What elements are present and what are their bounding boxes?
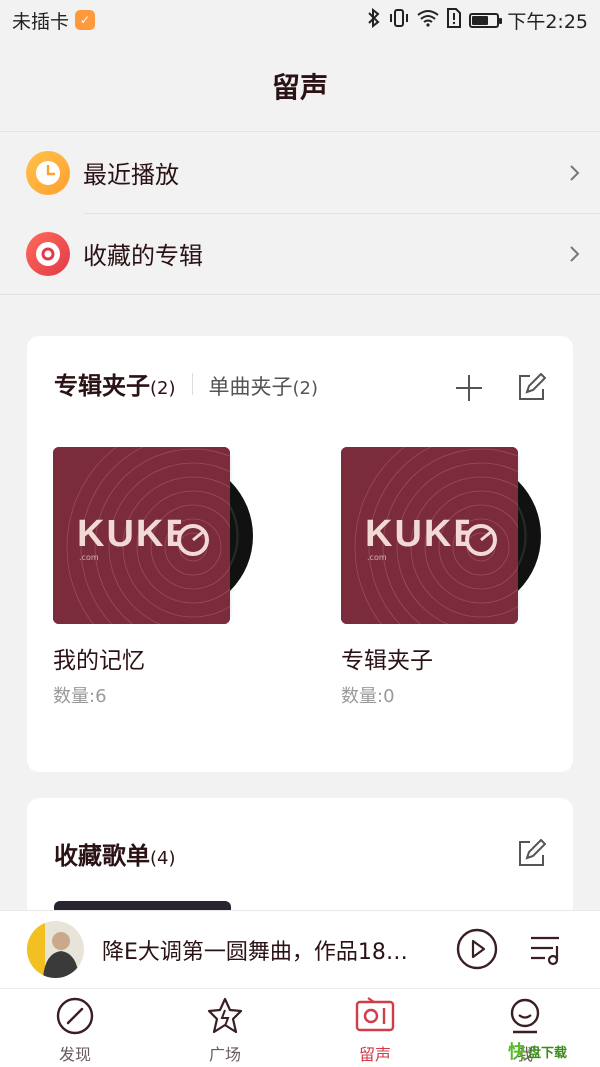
folder-name: 我的记忆 — [53, 648, 145, 674]
mini-player[interactable]: 降E大调第一圆舞曲，作品18… — [0, 910, 600, 988]
radio-icon — [354, 995, 396, 1037]
compass-icon — [54, 995, 96, 1037]
cover-brand: KUKE — [365, 513, 469, 555]
now-playing-title: 降E大调第一圆舞曲，作品18… — [102, 939, 408, 965]
folder-item[interactable]: KUKE .com 我的记忆 数量:6 — [53, 447, 253, 708]
app-notification-icon: ✓ — [75, 10, 96, 30]
folder-grid: KUKE .com 我的记忆 数量:6 KUKE .com 专辑夹子 数量:0 — [53, 447, 541, 708]
status-right: 下午2:25 — [367, 7, 588, 34]
status-left: 未插卡 ✓ — [12, 7, 96, 34]
recent-play-label: 最近播放 — [83, 161, 179, 189]
tab-album-folders[interactable]: 专辑夹子(2) — [54, 366, 176, 401]
collected-albums-row[interactable]: 收藏的专辑 — [0, 213, 600, 294]
tab-single-folders-count: (2) — [292, 378, 319, 399]
tab-album-folders-count: (2) — [150, 378, 176, 399]
status-bar: 未插卡 ✓ 下午2:25 — [0, 0, 600, 40]
playlists-count: (4) — [150, 848, 176, 869]
chevron-right-icon — [550, 164, 600, 182]
folder-count: 数量:0 — [341, 686, 395, 707]
clock-icon — [26, 150, 70, 195]
collected-albums-label: 收藏的专辑 — [83, 242, 203, 270]
play-icon — [456, 928, 498, 970]
recent-play-row[interactable]: 最近播放 — [0, 132, 600, 213]
folder-cover: KUKE .com — [341, 447, 541, 624]
edit-folders-button[interactable] — [513, 370, 549, 406]
watermark-text: 盘下载 — [528, 1045, 568, 1061]
playlist-queue-button[interactable] — [527, 930, 567, 970]
quick-list: 最近播放 收藏的专辑 — [0, 132, 600, 295]
queue-icon — [531, 936, 559, 966]
battery-icon — [469, 12, 503, 28]
tab-album-folders-label: 专辑夹子 — [54, 372, 150, 400]
now-playing-artwork[interactable] — [27, 921, 84, 978]
folder-cover: KUKE .com — [53, 447, 253, 624]
playlists-title: 收藏歌单 — [54, 842, 150, 870]
clock-text: 下午2:25 — [507, 10, 588, 33]
nav-liusheng-label: 留声 — [358, 1045, 391, 1064]
kuke-cover-art: KUKE .com — [53, 447, 230, 624]
kuke-cover-art: KUKE .com — [341, 447, 518, 624]
bluetooth-icon — [367, 7, 381, 33]
user-icon — [504, 995, 546, 1037]
edit-icon — [519, 373, 546, 400]
watermark-glyph: 快 — [508, 1042, 526, 1063]
nav-discover-label: 发现 — [58, 1045, 91, 1064]
cover-brand-sub: .com — [367, 553, 387, 562]
tab-single-folders[interactable]: 单曲夹子(2) — [209, 371, 319, 401]
page-title: 留声 — [0, 40, 600, 132]
nav-liusheng[interactable]: 留声 — [300, 989, 450, 1067]
nav-discover[interactable]: 发现 — [0, 989, 150, 1067]
tab-divider — [191, 372, 193, 395]
vibrate-icon — [389, 8, 409, 33]
nav-square-label: 广场 — [208, 1045, 241, 1064]
carrier-text: 未插卡 — [12, 10, 70, 33]
cover-brand-sub: .com — [79, 553, 99, 562]
folder-tabs: 专辑夹子(2) 单曲夹子(2) — [54, 366, 318, 401]
plus-icon — [456, 375, 482, 401]
folder-actions — [451, 370, 549, 406]
play-button[interactable] — [456, 928, 498, 970]
edit-icon — [519, 839, 546, 866]
add-folder-button[interactable] — [451, 370, 487, 406]
edit-playlists-button[interactable] — [513, 836, 549, 872]
wifi-icon — [417, 9, 439, 32]
chevron-right-icon — [550, 245, 600, 263]
nav-square[interactable]: 广场 — [150, 989, 300, 1067]
playlists-header: 收藏歌单 (4) — [54, 836, 176, 871]
watermark-logo: 快 盘下载 — [508, 1038, 598, 1064]
folder-name: 专辑夹子 — [341, 648, 433, 674]
star-icon — [204, 995, 246, 1037]
folder-count: 数量:6 — [53, 686, 107, 707]
battery-level — [472, 15, 489, 25]
cover-brand: KUKE — [77, 513, 181, 555]
sim-alert-icon — [447, 7, 462, 33]
vinyl-icon — [26, 231, 70, 276]
tab-single-folders-label: 单曲夹子 — [208, 375, 293, 399]
folder-item[interactable]: KUKE .com 专辑夹子 数量:0 — [341, 447, 541, 708]
folders-card: 专辑夹子(2) 单曲夹子(2) KUKE .com 我的记忆 数量:6 KUKE… — [27, 336, 573, 772]
